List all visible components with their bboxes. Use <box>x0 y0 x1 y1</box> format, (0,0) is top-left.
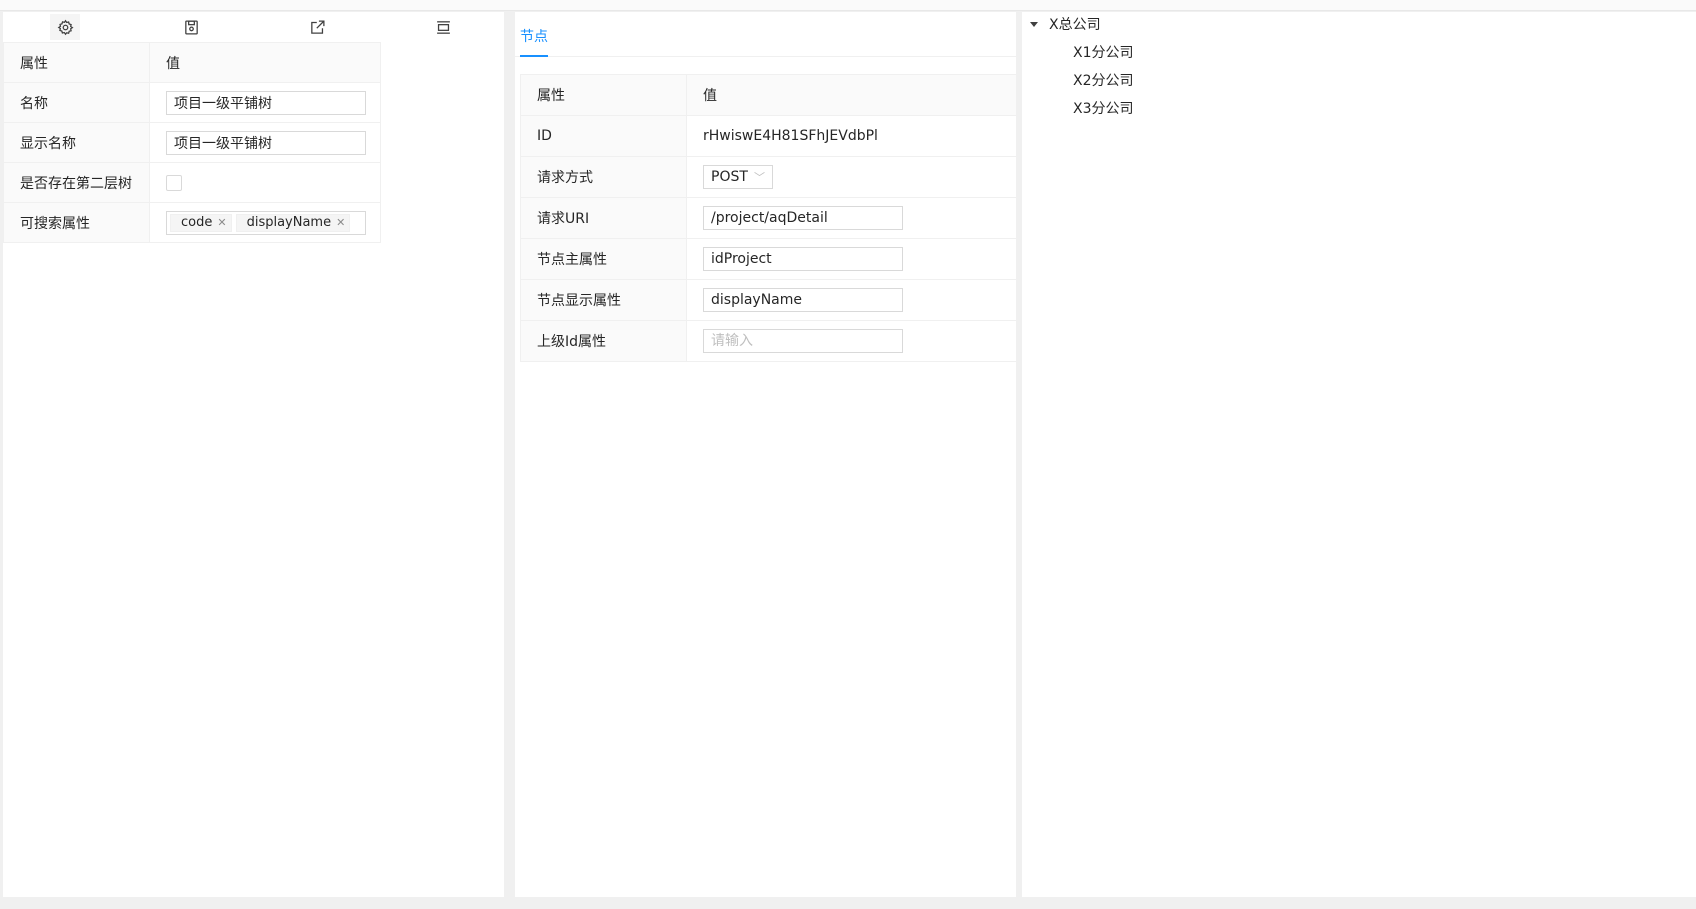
table-row: 显示名称 <box>3 122 381 163</box>
id-value: rHwiswE4H81SFhJEVdbPl <box>686 115 1016 157</box>
name-input[interactable] <box>166 90 366 115</box>
primary-attr-input[interactable] <box>703 247 903 271</box>
tab-ink-bar <box>520 55 548 57</box>
tree-node-child[interactable]: X1分公司 <box>1073 40 1134 64</box>
table-row: 节点主属性 <box>520 238 1016 280</box>
parent-id-input[interactable] <box>703 329 903 353</box>
table-row: 是否存在第二层树 <box>3 162 381 203</box>
tab-bar: 节点 <box>515 12 1016 57</box>
save-button[interactable] <box>176 14 206 40</box>
row-label-display: 节点显示属性 <box>520 279 687 321</box>
tree-node-root[interactable]: X总公司 <box>1030 12 1101 36</box>
tree-node-child[interactable]: X2分公司 <box>1073 68 1134 92</box>
table-header: 属性 值 <box>3 42 381 83</box>
tag-label: code <box>181 215 213 230</box>
header-prop: 属性 <box>520 74 687 116</box>
table-row: ID rHwiswE4H81SFhJEVdbPl <box>520 115 1016 157</box>
tree-node-child[interactable]: X3分公司 <box>1073 96 1134 120</box>
table-header: 属性 值 <box>520 74 1016 116</box>
row-label-primary: 节点主属性 <box>520 238 687 280</box>
node-property-table: 属性 值 ID rHwiswE4H81SFhJEVdbPl 请求方式 POST … <box>520 74 1016 362</box>
second-tree-checkbox[interactable] <box>166 174 182 191</box>
searchable-tags-select[interactable]: code ✕ displayName ✕ <box>166 210 366 235</box>
table-row: 请求URI <box>520 197 1016 239</box>
method-value: POST <box>711 169 748 185</box>
tree-node-label: X2分公司 <box>1073 73 1134 89</box>
method-select[interactable]: POST ﹀ <box>703 165 773 189</box>
tree-node-label: X总公司 <box>1049 17 1101 33</box>
header-value: 值 <box>149 42 381 83</box>
row-label-searchable: 可搜索属性 <box>3 202 150 243</box>
table-row: 名称 <box>3 82 381 123</box>
layout-button[interactable] <box>428 14 458 40</box>
node-panel: 节点 属性 值 ID rHwiswE4H81SFhJEVdbPl 请求方式 PO… <box>515 12 1016 897</box>
tag-displayname: displayName ✕ <box>235 213 351 232</box>
row-label-parent: 上级Id属性 <box>520 320 687 362</box>
table-row: 请求方式 POST ﹀ <box>520 156 1016 198</box>
config-panel: 属性 值 名称 显示名称 是否存在第二层树 可搜索属性 code ✕ <box>3 12 504 897</box>
settings-button[interactable] <box>50 14 80 40</box>
uri-input[interactable] <box>703 206 903 230</box>
property-table: 属性 值 名称 显示名称 是否存在第二层树 可搜索属性 code ✕ <box>3 42 381 243</box>
header-value: 值 <box>686 74 1016 116</box>
tab-node[interactable]: 节点 <box>520 26 548 46</box>
table-row: 上级Id属性 <box>520 320 1016 362</box>
chevron-down-icon: ﹀ <box>754 171 765 184</box>
header-prop: 属性 <box>3 42 150 83</box>
row-label-uri: 请求URI <box>520 197 687 239</box>
row-label-method: 请求方式 <box>520 156 687 198</box>
tag-label: displayName <box>246 215 332 230</box>
row-label-second-tree: 是否存在第二层树 <box>3 162 150 203</box>
export-button[interactable] <box>302 14 332 40</box>
caret-down-icon[interactable] <box>1030 21 1038 27</box>
gear-icon <box>57 19 74 35</box>
close-icon[interactable]: ✕ <box>217 216 226 229</box>
close-icon[interactable]: ✕ <box>336 216 345 229</box>
save-icon <box>184 19 198 35</box>
top-strip <box>0 0 1696 11</box>
tree-panel: X总公司 X1分公司 X2分公司 X3分公司 <box>1022 12 1696 897</box>
tag-code: code ✕ <box>170 213 232 232</box>
row-label-name: 名称 <box>3 82 150 123</box>
row-label-id: ID <box>520 115 687 157</box>
table-row: 可搜索属性 code ✕ displayName ✕ <box>3 202 381 243</box>
table-row: 节点显示属性 <box>520 279 1016 321</box>
row-label-display-name: 显示名称 <box>3 122 150 163</box>
tree-node-label: X3分公司 <box>1073 101 1134 117</box>
toolbar <box>3 12 504 42</box>
tree-node-label: X1分公司 <box>1073 45 1134 61</box>
layout-icon <box>436 20 450 34</box>
display-attr-input[interactable] <box>703 288 903 312</box>
display-name-input[interactable] <box>166 130 366 155</box>
export-icon <box>310 19 325 34</box>
